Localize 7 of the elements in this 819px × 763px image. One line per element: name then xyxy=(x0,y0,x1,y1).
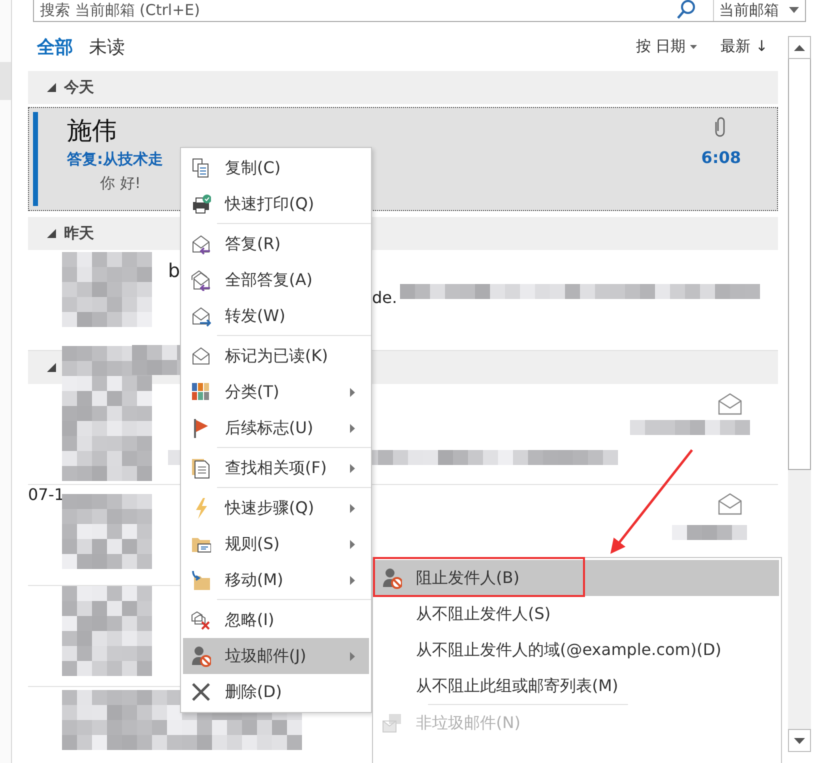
partial-text: 07-1 xyxy=(28,485,64,504)
sender-name: 施伟 xyxy=(67,115,117,147)
message-preview: 你 好! xyxy=(100,173,141,194)
subject-line: 答复:从技术走 xyxy=(67,149,163,170)
partial-text: b xyxy=(168,260,180,282)
partial-text: de. xyxy=(372,288,398,307)
message-time: 6:08 xyxy=(701,148,741,167)
